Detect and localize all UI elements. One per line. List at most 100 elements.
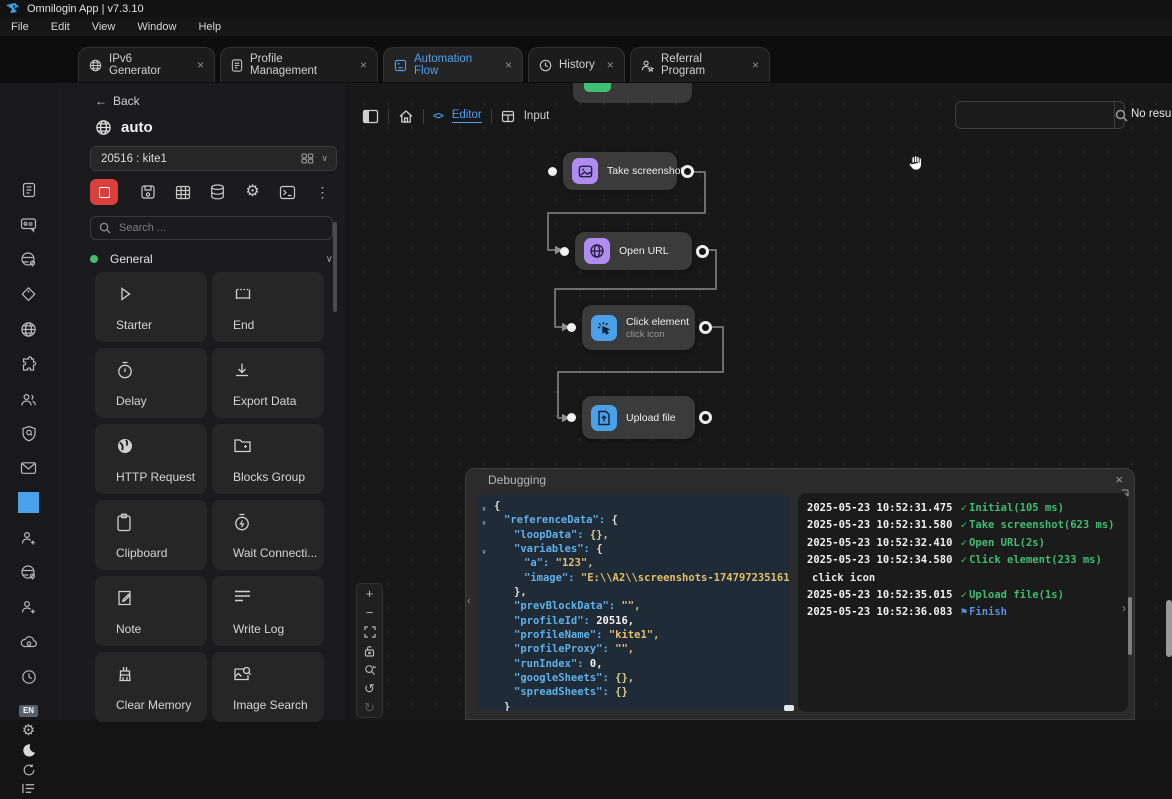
close-icon[interactable]: × <box>1115 472 1123 487</box>
tags-icon[interactable] <box>18 284 39 305</box>
invite-icon[interactable] <box>18 527 39 548</box>
editor-tab[interactable]: Editor <box>452 109 482 123</box>
panel-toggle-icon[interactable] <box>362 109 379 124</box>
sync-icon[interactable] <box>18 759 39 780</box>
close-icon[interactable]: × <box>607 58 614 72</box>
block-card-wait-connection[interactable]: Wait Connecti... <box>212 500 324 570</box>
tab-profile-management[interactable]: Profile Management × <box>220 47 378 82</box>
menu-file[interactable]: File <box>0 21 40 33</box>
tab-referral-program[interactable]: Referral Program × <box>630 47 770 82</box>
block-search[interactable] <box>90 216 333 240</box>
input-tab[interactable]: Input <box>524 110 550 122</box>
profiles-icon[interactable] <box>18 179 39 200</box>
canvas-search[interactable] <box>955 101 1125 129</box>
zoom-out-button[interactable]: − <box>357 603 382 622</box>
proxy-manager-icon[interactable] <box>18 562 39 583</box>
schedule-icon[interactable] <box>18 666 39 687</box>
settings-gear-icon[interactable]: ⚙ <box>18 720 39 741</box>
table-icon[interactable] <box>165 185 200 200</box>
tab-history[interactable]: History × <box>528 47 625 82</box>
canvas-search-input[interactable] <box>956 102 1114 128</box>
close-icon[interactable]: × <box>360 58 367 72</box>
node-upload-file[interactable]: Upload file <box>582 396 695 439</box>
close-icon[interactable]: × <box>752 58 759 72</box>
block-card-clipboard[interactable]: Clipboard <box>95 500 207 570</box>
language-badge[interactable]: EN <box>19 705 38 717</box>
menu-help[interactable]: Help <box>187 21 232 33</box>
database-icon[interactable] <box>200 184 235 200</box>
block-card-delay[interactable]: Delay <box>95 348 207 418</box>
node-take-screenshot[interactable]: Take screenshot <box>563 152 677 190</box>
network-globe-icon[interactable] <box>18 319 39 340</box>
input-port[interactable] <box>567 323 576 332</box>
fit-view-icon[interactable] <box>357 622 382 641</box>
terminal-icon[interactable] <box>270 185 305 200</box>
close-icon[interactable]: × <box>197 58 204 72</box>
debug-run-log[interactable]: 2025-05-23 10:52:31.475 ✓Initial(105 ms)… <box>798 493 1128 712</box>
save-icon[interactable] <box>130 184 165 200</box>
menu-edit[interactable]: Edit <box>40 21 81 33</box>
chevron-down-icon[interactable]: ∨ <box>326 254 333 265</box>
input-port[interactable] <box>548 167 557 176</box>
canvas-right-scrollbar[interactable] <box>1166 600 1172 657</box>
dark-mode-moon-icon[interactable] <box>18 739 39 760</box>
json-hscroll-thumb[interactable] <box>784 705 794 711</box>
tab-ipv6-generator[interactable]: IPv6 Generator × <box>78 47 215 82</box>
output-port[interactable] <box>699 321 712 334</box>
block-card-export-data[interactable]: Export Data <box>212 348 324 418</box>
lock-icon[interactable] <box>357 641 382 660</box>
stop-button[interactable] <box>90 179 118 205</box>
zoom-select-icon[interactable] <box>357 660 382 679</box>
mail-icon[interactable] <box>18 457 39 478</box>
extensions-icon[interactable] <box>18 354 39 375</box>
team-icon[interactable] <box>18 389 39 410</box>
input-grid-icon[interactable] <box>501 110 515 123</box>
block-card-clear-memory[interactable]: Clear Memory <box>95 652 207 722</box>
undo-icon[interactable]: ↺ <box>357 679 382 698</box>
output-port[interactable] <box>681 165 694 178</box>
block-card-starter[interactable]: Starter <box>95 272 207 342</box>
cloud-sync-icon[interactable] <box>18 631 39 652</box>
collapse-chevron-icon[interactable]: ∨ <box>482 516 486 530</box>
input-port[interactable] <box>560 247 569 256</box>
zoom-in-button[interactable]: + <box>357 584 382 603</box>
node-click-element[interactable]: Click element click icon <box>582 305 695 350</box>
output-port[interactable] <box>696 245 709 258</box>
input-port[interactable] <box>567 413 576 422</box>
collapse-left-icon[interactable]: ‹ <box>467 595 471 607</box>
block-card-http-request[interactable]: HTTP Request <box>95 424 207 494</box>
profile-select[interactable]: 20516 : kite1 ∨ <box>90 146 337 171</box>
category-general[interactable]: General ∨ <box>90 252 333 266</box>
search-button[interactable] <box>1114 102 1128 128</box>
block-card-write-log[interactable]: Write Log <box>212 576 324 646</box>
collapse-chevron-icon[interactable]: ∨ <box>482 545 486 559</box>
gear-icon[interactable]: ⚙ <box>235 184 270 200</box>
node-starter-partial[interactable] <box>573 83 692 103</box>
kebab-menu-icon[interactable]: ⋮ <box>305 185 340 199</box>
panel-scrollbar[interactable] <box>333 222 337 312</box>
block-card-image-search[interactable]: Image Search <box>212 652 324 722</box>
block-card-note[interactable]: Note <box>95 576 207 646</box>
partners-icon[interactable] <box>18 596 39 617</box>
block-search-input[interactable] <box>117 221 301 235</box>
debug-json-viewer[interactable]: ∨ ∨ ∨ { "referenceData": { "loopData": {… <box>478 495 790 711</box>
tab-automation-flow[interactable]: Automation Flow × <box>383 47 523 82</box>
menu-view[interactable]: View <box>81 21 127 33</box>
menu-window[interactable]: Window <box>126 21 187 33</box>
output-port[interactable] <box>699 411 712 424</box>
block-card-blocks-group[interactable]: Blocks Group <box>212 424 324 494</box>
node-open-url[interactable]: Open URL <box>575 232 692 270</box>
expand-right-icon[interactable]: › <box>1122 601 1126 615</box>
changelog-icon[interactable] <box>18 778 39 799</box>
proxy-icon[interactable] <box>18 249 39 270</box>
back-button[interactable]: ← Back <box>95 94 140 108</box>
redo-icon[interactable]: ↻ <box>357 698 382 717</box>
collapse-chevron-icon[interactable]: ∨ <box>482 502 486 516</box>
block-card-end[interactable]: End <box>212 272 324 342</box>
automation-icon-active[interactable] <box>18 492 39 513</box>
close-icon[interactable]: × <box>505 58 512 72</box>
messages-icon[interactable] <box>18 214 39 235</box>
security-icon[interactable] <box>18 423 39 444</box>
home-icon[interactable] <box>398 109 414 124</box>
log-scrollbar[interactable] <box>1128 597 1132 655</box>
